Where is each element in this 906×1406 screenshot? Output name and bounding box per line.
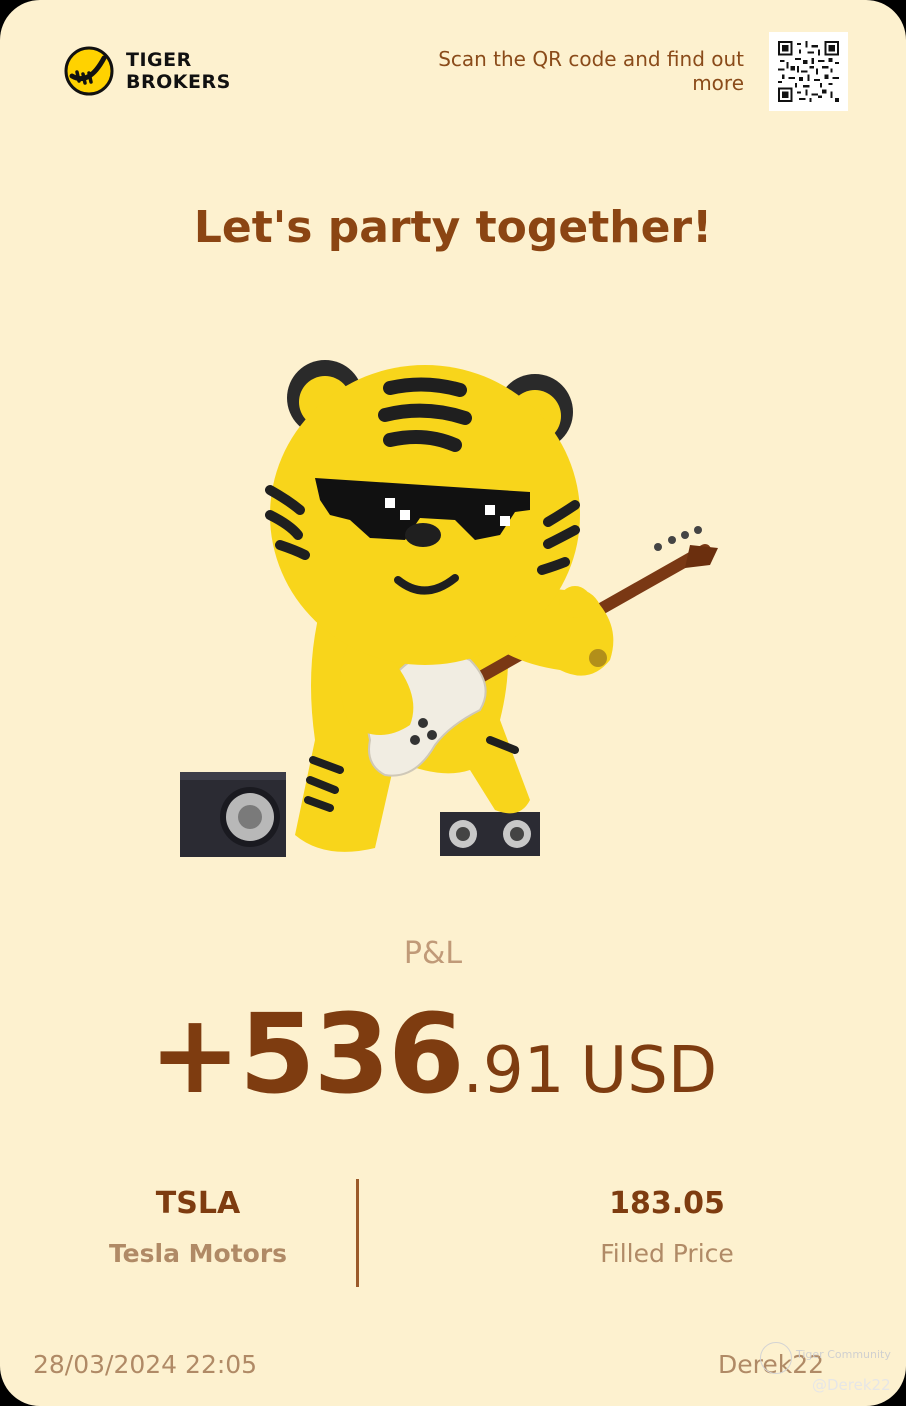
pnl-value: +536.91 USD — [0, 990, 866, 1118]
column-divider — [356, 1179, 359, 1287]
filled-price-value: 183.05 — [609, 1186, 725, 1221]
pnl-integer: +536 — [148, 990, 465, 1118]
stock-name: Tesla Motors — [108, 1239, 288, 1268]
qr-code-icon — [778, 41, 839, 102]
tiger-mascot-guitar-icon — [180, 360, 718, 857]
stock-ticker: TSLA — [155, 1186, 241, 1221]
qr-code[interactable] — [769, 32, 848, 111]
fill-info: 183.05 Filled Price — [517, 1186, 817, 1268]
community-logo-icon — [760, 1342, 792, 1374]
watermark-brand: Tiger Community — [796, 1348, 891, 1361]
scan-qr-text: Scan the QR code and find out more — [438, 47, 744, 95]
share-card: TIGER BROKERS Scan the QR code and find … — [0, 0, 906, 1406]
filled-price-label: Filled Price — [600, 1239, 734, 1268]
brand-line-1: TIGER — [126, 49, 192, 71]
brand-line-2: BROKERS — [126, 71, 231, 93]
pnl-label: P&L — [403, 936, 463, 971]
headline: Let's party together! — [193, 202, 713, 253]
footer-timestamp: 28/03/2024 22:05 — [33, 1350, 258, 1379]
stock-info: TSLA Tesla Motors — [48, 1186, 348, 1268]
watermark-user: @Derek22 — [812, 1376, 891, 1394]
pnl-decimal: .91 — [462, 1034, 565, 1108]
tiger-claw-logo-icon — [64, 46, 114, 96]
brand-logo: TIGER BROKERS — [64, 46, 231, 96]
community-watermark: Tiger Community @Derek22 — [760, 1340, 900, 1400]
pnl-currency: USD — [580, 1034, 718, 1108]
brand-name: TIGER BROKERS — [126, 49, 231, 93]
